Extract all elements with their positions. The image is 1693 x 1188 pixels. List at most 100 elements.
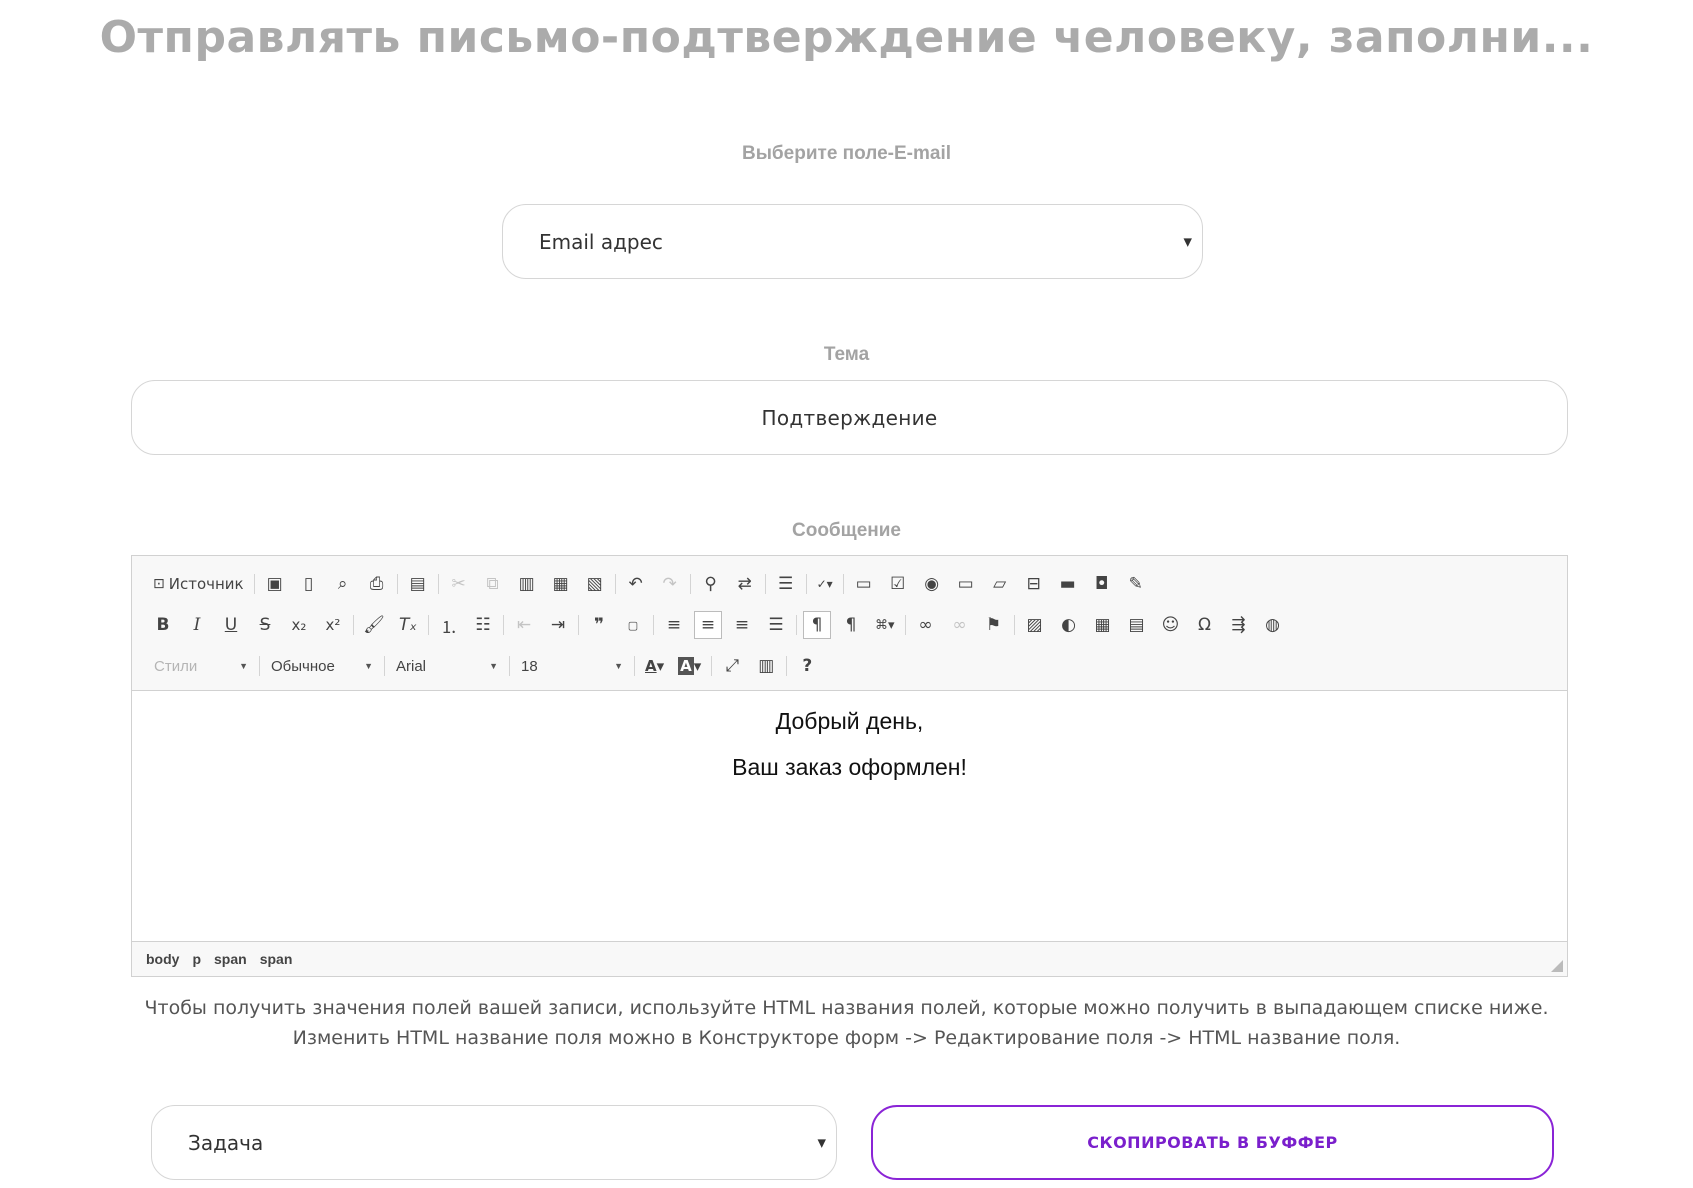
paste-word-icon[interactable]: ▧ (581, 570, 609, 598)
blockquote-icon[interactable]: ❞ (585, 611, 613, 639)
textarea-icon[interactable]: ▱ (986, 570, 1014, 598)
radio-icon[interactable]: ◉ (918, 570, 946, 598)
numbered-list-icon[interactable]: ⒈ (435, 611, 463, 639)
bold-icon[interactable]: B (149, 611, 177, 639)
editor-toolbar: ⊡ Источник ▣ ▯ ⌕ ⎙ ▤ ✂ ⧉ ▥ ▦ ▧ ↶ ↷ ⚲ ⇄ ☰ (132, 556, 1567, 691)
remove-format-icon[interactable]: Tₓ (394, 611, 422, 639)
element-path-item[interactable]: span (214, 951, 247, 967)
background-color-icon[interactable]: A ▾ (674, 652, 705, 680)
help-icon[interactable]: ? (793, 652, 821, 680)
toolbar-separator (396, 574, 398, 594)
image-button-icon[interactable]: ◘ (1088, 570, 1116, 598)
new-page-icon[interactable]: ▯ (295, 570, 323, 598)
copy-icon[interactable]: ⧉ (479, 570, 507, 598)
table-icon[interactable]: ▦ (1089, 611, 1117, 639)
paste-icon[interactable]: ▥ (513, 570, 541, 598)
font-combo-label: Arial (396, 657, 427, 675)
copy-to-clipboard-button[interactable]: СКОПИРОВАТЬ В БУФФЕР (871, 1105, 1554, 1180)
toolbar-separator (634, 656, 635, 676)
element-path-item[interactable]: span (260, 951, 293, 967)
element-path-item[interactable]: body (146, 951, 179, 967)
undo-icon[interactable]: ↶ (622, 570, 650, 598)
special-char-icon[interactable]: Ω (1191, 611, 1219, 639)
select-field-icon[interactable]: ⊟ (1020, 570, 1048, 598)
resize-handle-icon[interactable] (1551, 960, 1563, 972)
language-icon[interactable]: ⌘▾ (871, 611, 899, 639)
hint-text-line-2: Изменить HTML название поля можно в Конс… (292, 1027, 1401, 1049)
indent-icon[interactable]: ⇥ (544, 611, 572, 639)
italic-icon[interactable]: I (183, 611, 211, 639)
print-icon[interactable]: ⎙ (363, 570, 391, 598)
toolbar-separator (509, 656, 510, 676)
form-icon[interactable]: ▭ (850, 570, 878, 598)
save-icon[interactable]: ▣ (261, 570, 289, 598)
rich-text-editor: ⊡ Источник ▣ ▯ ⌕ ⎙ ▤ ✂ ⧉ ▥ ▦ ▧ ↶ ↷ ⚲ ⇄ ☰ (131, 555, 1568, 977)
toolbar-separator (614, 574, 616, 594)
checkbox-icon[interactable]: ☑ (884, 570, 912, 598)
chevron-down-icon: ▼ (1183, 235, 1192, 248)
link-icon[interactable]: ∞ (912, 611, 940, 639)
format-painter-icon[interactable]: 🖌 (360, 611, 388, 639)
styles-combo[interactable]: Стили ▼ (146, 653, 256, 679)
templates-icon[interactable]: ▤ (404, 570, 432, 598)
editor-content-area[interactable]: Добрый день, Ваш заказ оформлен! (132, 691, 1567, 941)
toolbar-separator (384, 656, 385, 676)
select-all-icon[interactable]: ☰ (772, 570, 800, 598)
text-field-icon[interactable]: ▭ (952, 570, 980, 598)
format-combo-label: Обычное (271, 657, 335, 675)
button-field-icon[interactable]: ▬ (1054, 570, 1082, 598)
toolbar-separator (842, 574, 844, 594)
align-right-icon[interactable]: ≡ (728, 611, 756, 639)
page-title: Отправлять письмо-подтверждение человеку… (99, 12, 1594, 63)
editor-statusbar: body p span span (132, 941, 1567, 976)
subject-input[interactable]: Подтверждение (131, 380, 1568, 455)
strikethrough-icon[interactable]: S (251, 611, 279, 639)
maximize-icon[interactable]: ⤢ (718, 652, 746, 680)
source-button[interactable]: ⊡ Источник (149, 570, 248, 598)
iframe-globe-icon[interactable]: ◍ (1259, 611, 1287, 639)
outdent-icon[interactable]: ⇤ (510, 611, 538, 639)
find-icon[interactable]: ⚲ (697, 570, 725, 598)
html-field-select[interactable]: Задача ▼ (151, 1105, 837, 1180)
toolbar-separator (437, 574, 439, 594)
editor-content-line: Ваш заказ оформлен! (732, 754, 967, 780)
chevron-down-icon: ▼ (817, 1136, 826, 1149)
toolbar-separator (689, 574, 691, 594)
image-icon[interactable]: ▨ (1021, 611, 1049, 639)
page-break-icon[interactable]: ⇶ (1225, 611, 1253, 639)
format-combo[interactable]: Обычное ▼ (263, 653, 381, 679)
smiley-icon[interactable]: ☺ (1157, 611, 1185, 639)
cut-icon[interactable]: ✂ (445, 570, 473, 598)
paste-text-icon[interactable]: ▦ (547, 570, 575, 598)
toolbar-separator (786, 656, 788, 676)
anchor-flag-icon[interactable]: ⚑ (980, 611, 1008, 639)
underline-icon[interactable]: U (217, 611, 245, 639)
superscript-icon[interactable]: x² (319, 611, 347, 639)
font-size-combo[interactable]: 18 ▼ (513, 653, 631, 679)
subscript-icon[interactable]: x₂ (285, 611, 313, 639)
flash-icon[interactable]: ◐ (1055, 611, 1083, 639)
text-color-icon[interactable]: A ▾ (641, 652, 668, 680)
toolbar-row-1: ⊡ Источник ▣ ▯ ⌕ ⎙ ▤ ✂ ⧉ ▥ ▦ ▧ ↶ ↷ ⚲ ⇄ ☰ (146, 568, 1153, 600)
message-field-label: Сообщение (792, 520, 901, 541)
bulleted-list-icon[interactable]: ☷ (469, 611, 497, 639)
email-field-select[interactable]: Email адрес ▼ (502, 204, 1203, 279)
redo-icon[interactable]: ↷ (656, 570, 684, 598)
show-blocks-icon[interactable]: ▥ (752, 652, 780, 680)
html-field-selected-value: Задача (188, 1130, 264, 1155)
preview-icon[interactable]: ⌕ (329, 570, 357, 598)
font-combo[interactable]: Arial ▼ (388, 653, 506, 679)
align-left-icon[interactable]: ≡ (660, 611, 688, 639)
spellcheck-icon[interactable]: ✓▾ (813, 570, 837, 598)
replace-icon[interactable]: ⇄ (731, 570, 759, 598)
hidden-field-icon[interactable]: ✎ (1122, 570, 1150, 598)
horizontal-line-icon[interactable]: ▤ (1123, 611, 1151, 639)
copy-button-label: СКОПИРОВАТЬ В БУФФЕР (1087, 1133, 1338, 1152)
text-direction-rtl-icon[interactable]: ¶ (837, 611, 865, 639)
div-container-icon[interactable]: ▢ (619, 611, 647, 639)
unlink-icon[interactable]: ∞ (946, 611, 974, 639)
text-direction-ltr-icon[interactable]: ¶ (803, 611, 831, 639)
align-center-icon[interactable]: ≡ (694, 611, 722, 639)
align-justify-icon[interactable]: ☰ (762, 611, 790, 639)
element-path-item[interactable]: p (192, 951, 201, 967)
